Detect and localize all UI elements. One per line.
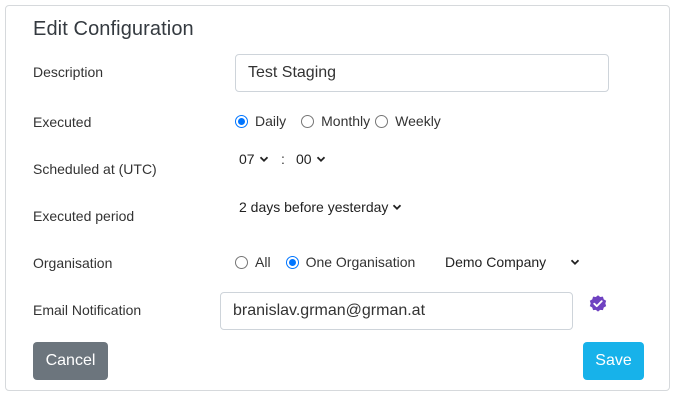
executed-option-monthly-label: Monthly	[321, 113, 371, 129]
period-select[interactable]: 2 days before yesterday	[239, 199, 402, 215]
period-value: 2 days before yesterday	[239, 199, 389, 215]
organisation-label: Organisation	[33, 255, 113, 271]
hour-select[interactable]: 07	[239, 151, 269, 167]
time-separator: :	[281, 151, 285, 167]
company-select[interactable]: Demo Company	[445, 254, 580, 270]
scheduled-label: Scheduled at (UTC)	[33, 161, 157, 177]
company-value: Demo Company	[445, 254, 547, 270]
description-label: Description	[33, 64, 104, 80]
chevron-down-icon	[259, 156, 268, 162]
chevron-down-icon	[316, 156, 325, 162]
email-input[interactable]	[220, 292, 573, 330]
executed-label: Executed	[33, 114, 92, 130]
organisation-option-one-label: One Organisation	[305, 254, 416, 270]
verified-badge-icon	[589, 295, 607, 312]
hour-value: 07	[239, 151, 255, 167]
executed-option-daily-label: Daily	[255, 113, 287, 129]
description-input[interactable]	[235, 54, 609, 92]
chevron-down-icon	[570, 259, 580, 265]
executed-option-weekly-label: Weekly	[395, 113, 441, 129]
organisation-option-one[interactable]: One Organisation	[285, 254, 416, 270]
radio-daily[interactable]	[235, 114, 248, 128]
radio-monthly[interactable]	[301, 114, 315, 128]
minute-select[interactable]: 00	[296, 151, 326, 167]
executed-option-weekly[interactable]: Weekly	[375, 113, 441, 129]
organisation-radio-group: All One Organisation	[235, 254, 415, 270]
organisation-option-all[interactable]: All	[235, 254, 271, 270]
minute-value: 00	[296, 151, 312, 167]
executed-option-daily[interactable]: Daily	[235, 113, 286, 129]
radio-all[interactable]	[235, 255, 248, 269]
executed-radio-group: Daily Monthly Weekly	[235, 113, 441, 129]
radio-weekly[interactable]	[375, 114, 389, 128]
executed-option-monthly[interactable]: Monthly	[301, 113, 370, 129]
organisation-option-all-label: All	[255, 254, 271, 270]
dialog-title: Edit Configuration	[33, 18, 194, 40]
email-label: Email Notification	[33, 302, 142, 318]
cancel-button[interactable]: Cancel	[33, 342, 108, 380]
chevron-down-icon	[393, 204, 402, 210]
period-label: Executed period	[33, 208, 135, 224]
radio-one-organisation[interactable]	[285, 255, 299, 269]
save-button[interactable]: Save	[583, 342, 644, 380]
